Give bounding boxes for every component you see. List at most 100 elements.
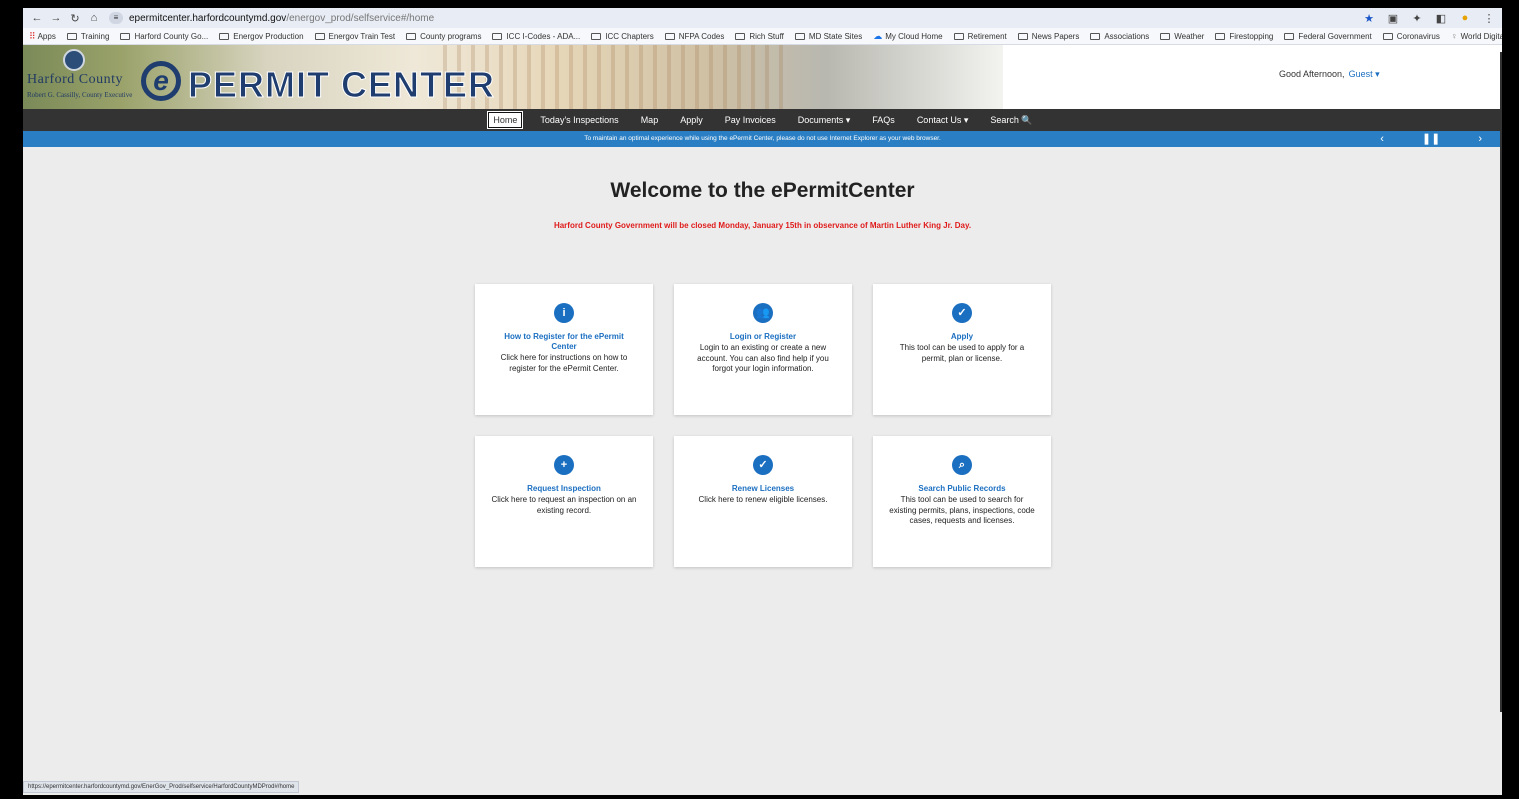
clipboard-check-icon: ✓ [952, 303, 972, 323]
bookmark-item[interactable]: Coronavirus [1382, 31, 1440, 41]
folder-icon [794, 32, 805, 40]
card-description: This tool can be used to apply for a per… [899, 343, 1025, 363]
bookmark-label: Coronavirus [1396, 31, 1440, 41]
card-description: Click here for instructions on how to re… [500, 353, 628, 373]
action-card[interactable]: + Request Inspection Click here to request… [475, 436, 653, 567]
extensions-icon[interactable]: ✦ [1410, 12, 1424, 25]
greeting-text: Good Afternoon, [1279, 69, 1345, 79]
folder-icon [1215, 32, 1226, 40]
bookmark-item[interactable]: ☁ My Cloud Home [873, 31, 942, 42]
main-nav: Home Today's Inspections Map Apply Pay Invoi… [23, 109, 1502, 131]
bookmark-star-icon[interactable]: ★ [1362, 12, 1376, 25]
bookmark-item[interactable]: Training [66, 32, 109, 41]
epermit-logo-icon[interactable]: e [141, 61, 181, 101]
folder-icon [219, 32, 230, 40]
action-card[interactable]: i How to Register for the ePermit Center C… [475, 284, 653, 415]
menu-icon[interactable]: ⋮ [1482, 12, 1496, 25]
card-title[interactable]: Renew Licenses [674, 484, 852, 494]
bookmark-label: Weather [1174, 31, 1205, 41]
bookmark-item[interactable]: NFPA Codes [664, 32, 724, 41]
bookmark-label: Harford County Go... [134, 31, 209, 41]
apps-grid-icon: ⠿ [29, 30, 36, 41]
bookmark-item[interactable]: ICC Chapters [591, 31, 654, 41]
folder-icon [1382, 32, 1393, 40]
bookmark-label: Federal Government [1298, 31, 1372, 41]
nav-todays-inspections[interactable]: Today's Inspections [536, 113, 622, 127]
nav-home[interactable]: Home [487, 111, 524, 129]
bookmark-item[interactable]: News Papers [1017, 31, 1080, 41]
profile-icon[interactable]: ● [1458, 12, 1472, 24]
chevron-left-icon[interactable]: ‹ [1380, 131, 1384, 147]
county-seal-icon [63, 49, 85, 71]
folder-icon [1160, 32, 1171, 40]
calendar-plus-icon: + [554, 455, 574, 475]
cloud-icon: ☁ [873, 30, 883, 41]
page-title: Welcome to the ePermitCenter [610, 179, 915, 202]
nav-pay-invoices[interactable]: Pay Invoices [721, 113, 780, 127]
bookmark-item[interactable]: Firestopping [1215, 32, 1273, 41]
card-title[interactable]: Apply [873, 332, 1051, 342]
bookmark-label: MD State Sites [808, 31, 863, 41]
action-card[interactable]: 👥 Login or Register Login to an existing o… [674, 284, 852, 415]
folder-icon [406, 32, 417, 40]
bookmark-item[interactable]: ⠿ Apps [29, 31, 56, 42]
action-cards: i How to Register for the ePermit Center C… [475, 284, 1051, 567]
bookmark-item[interactable]: Harford County Go... [120, 32, 208, 41]
card-title[interactable]: Search Public Records [873, 484, 1051, 494]
folder-icon [66, 32, 77, 40]
bookmark-item[interactable]: Federal Government [1284, 31, 1372, 41]
home-icon[interactable]: ⌂ [86, 12, 102, 24]
bookmark-item[interactable]: Weather [1160, 32, 1204, 41]
bookmark-item[interactable]: Rich Stuff [735, 32, 784, 41]
bookmark-item[interactable]: County programs [406, 32, 481, 41]
action-card[interactable]: ✓ Apply This tool can be used to apply for… [873, 284, 1051, 415]
bookmark-item[interactable]: Energov Train Test [314, 32, 395, 41]
folder-icon [591, 32, 602, 40]
action-card[interactable]: ✓ Renew Licenses Click here to renew eligi… [674, 436, 852, 567]
bookmark-label: My Cloud Home [885, 31, 943, 41]
action-card[interactable]: ⌕ Search Public Records This tool can be u… [873, 436, 1051, 567]
nav-documents[interactable]: Documents ▾ [794, 113, 855, 128]
guest-user-menu[interactable]: Guest ▾ [1349, 69, 1380, 79]
url-field[interactable]: epermitcenter.harfordcountymd.gov/energo… [129, 13, 434, 24]
bookmark-label: Associations [1104, 31, 1150, 41]
card-title[interactable]: Login or Register [674, 332, 852, 342]
site-info-icon[interactable]: ≡ [109, 12, 123, 24]
browser-window: ← → ↻ ⌂ ≡ epermitcenter.harfordcountymd.… [23, 8, 1502, 795]
side-panel-icon[interactable]: ◧ [1434, 12, 1448, 25]
folder-icon [1284, 32, 1295, 40]
bookmark-item[interactable]: ♀World Digital Librar... [1451, 31, 1502, 41]
bookmark-label: ICC Chapters [605, 31, 654, 41]
nav-search[interactable]: Search 🔍 [986, 113, 1036, 128]
bookmarks-bar: ⠿ Apps Training Harford County Go... Energov… [23, 28, 1502, 45]
reload-icon[interactable]: ↻ [67, 12, 83, 25]
chevron-right-icon[interactable]: › [1478, 131, 1482, 147]
folder-icon [664, 32, 675, 40]
cast-icon[interactable]: ▣ [1386, 12, 1400, 25]
clipboard-check-icon: ✓ [753, 455, 773, 475]
card-title[interactable]: Request Inspection [475, 484, 653, 494]
nav-map[interactable]: Map [637, 113, 663, 127]
card-description: Click here to renew eligible licenses. [698, 495, 828, 504]
epermit-logo-title[interactable]: PERMIT CENTER [187, 64, 495, 106]
bookmark-label: News Papers [1031, 31, 1080, 41]
back-icon[interactable]: ← [29, 12, 45, 24]
nav-contact-us[interactable]: Contact Us ▾ [913, 113, 973, 128]
bookmark-item[interactable]: MD State Sites [794, 31, 863, 41]
main-content: Welcome to the ePermitCenter Harford Cou… [23, 179, 1502, 567]
forward-icon[interactable]: → [48, 12, 64, 24]
bookmark-item[interactable]: Energov Production [219, 32, 304, 41]
nav-faqs[interactable]: FAQs [868, 113, 899, 127]
bookmark-item[interactable]: Retirement [953, 32, 1007, 41]
folder-icon [120, 32, 131, 40]
nav-apply[interactable]: Apply [676, 113, 707, 127]
bookmark-item[interactable]: Associations [1090, 32, 1149, 41]
library-icon: ♀ [1450, 31, 1458, 41]
scrollbar[interactable] [1500, 52, 1502, 712]
closure-alert: Harford County Government will be closed… [553, 221, 972, 230]
folder-icon [953, 32, 964, 40]
card-title[interactable]: How to Register for the ePermit Center [475, 332, 653, 352]
bookmark-item[interactable]: ICC I-Codes - ADA... [492, 32, 580, 41]
pause-icon[interactable]: ❚❚ [1422, 131, 1440, 147]
info-icon: i [554, 303, 574, 323]
